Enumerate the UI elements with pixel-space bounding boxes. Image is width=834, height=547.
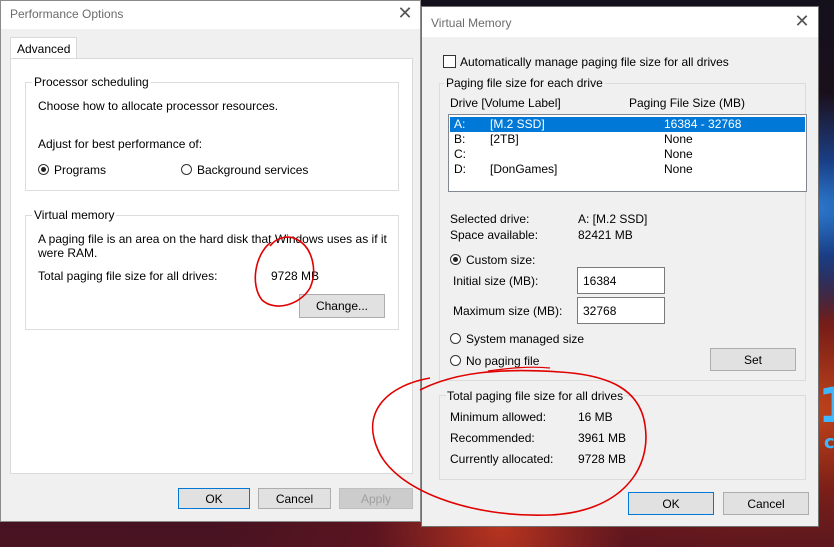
initial-size-label: Initial size (MB): [453,274,539,288]
column-header-drive: Drive [Volume Label] [450,96,561,110]
drive-list[interactable]: A: [M.2 SSD] 16384 - 32768 B: [2TB] None… [448,114,807,192]
selected-drive-value: A: [M.2 SSD] [578,212,648,226]
no-paging-file-radio[interactable] [450,355,461,366]
system-managed-radio[interactable] [450,333,461,344]
virtual-memory-group: Virtual memory A paging file is an area … [25,208,399,330]
minimum-allowed-label: Minimum allowed: [450,410,547,424]
background-services-label[interactable]: Background services [197,163,308,177]
tab-panel: Processor scheduling Choose how to alloc… [10,58,413,474]
total-paging-group: Total paging file size for all drives Mi… [439,389,806,480]
description-text: Choose how to allocate processor resourc… [38,99,279,113]
list-item[interactable]: D: [DonGames] None [450,162,805,177]
initial-size-input[interactable] [577,267,665,294]
wallpaper-text: c [824,432,834,453]
performance-options-window: Performance Options ✕ Advanced Processor… [0,0,421,522]
system-managed-label[interactable]: System managed size [466,332,584,346]
currently-allocated-value: 9728 MB [578,452,627,466]
title-bar: Virtual Memory ✕ [422,7,818,37]
no-paging-file-label[interactable]: No paging file [466,354,539,368]
custom-size-radio[interactable] [450,254,461,265]
ok-button[interactable]: OK [178,488,250,509]
volume-label: [2TB] [490,132,519,146]
recommended-value: 3961 MB [578,431,627,445]
total-paging-value: 9728 MB [271,269,320,283]
programs-radio[interactable] [38,164,49,175]
processor-scheduling-group: Processor scheduling Choose how to alloc… [25,75,399,191]
set-button[interactable]: Set [710,348,796,371]
ok-button[interactable]: OK [628,492,714,515]
space-available-label: Space available: [450,228,539,242]
change-button[interactable]: Change... [299,294,385,318]
paging-file-per-drive-group: Paging file size for each drive Drive [V… [439,76,807,381]
close-icon[interactable]: ✕ [790,11,814,35]
virtual-memory-window: Virtual Memory ✕ Automatically manage pa… [421,6,819,527]
column-header-size: Paging File Size (MB) [629,96,746,110]
adjust-label: Adjust for best performance of: [38,137,203,151]
background-services-radio[interactable] [181,164,192,175]
maximum-size-label: Maximum size (MB): [453,304,563,318]
group-title: Total paging file size for all drives [446,389,625,403]
list-item[interactable]: A: [M.2 SSD] 16384 - 32768 [450,117,805,132]
volume-label: [DonGames] [490,162,558,176]
tab-label: Advanced [17,42,71,56]
group-title: Paging file size for each drive [444,76,605,90]
drive-letter: C: [454,147,466,161]
cancel-button[interactable]: Cancel [723,492,809,515]
paging-size: 16384 - 32768 [664,117,742,131]
vm-description: A paging file is an area on the hard dis… [38,232,387,260]
list-item[interactable]: C: None [450,147,805,162]
paging-size: None [664,147,693,161]
window-title: Performance Options [10,7,124,21]
volume-label: [M.2 SSD] [490,117,545,131]
paging-size: None [664,162,693,176]
cancel-button[interactable]: Cancel [258,488,331,509]
group-title: Virtual memory [32,208,117,222]
auto-manage-label[interactable]: Automatically manage paging file size fo… [460,55,729,69]
drive-letter: A: [454,117,466,131]
currently-allocated-label: Currently allocated: [450,452,554,466]
maximum-size-input[interactable] [577,297,665,324]
group-title: Processor scheduling [32,75,151,89]
close-icon[interactable]: ✕ [393,3,417,27]
title-bar: Performance Options ✕ [1,1,420,29]
paging-size: None [664,132,693,146]
drive-letter: B: [454,132,466,146]
list-item[interactable]: B: [2TB] None [450,132,805,147]
drive-letter: D: [454,162,466,176]
wallpaper-text: 1 [818,378,834,434]
selected-drive-label: Selected drive: [450,212,530,226]
window-title: Virtual Memory [431,16,512,30]
tab-advanced[interactable]: Advanced [10,37,78,59]
space-available-value: 82421 MB [578,228,633,242]
total-paging-label: Total paging file size for all drives: [38,269,218,283]
minimum-allowed-value: 16 MB [578,410,613,424]
custom-size-label[interactable]: Custom size: [466,253,535,267]
auto-manage-checkbox[interactable] [443,55,456,68]
programs-label[interactable]: Programs [54,163,106,177]
apply-button: Apply [339,488,413,509]
recommended-label: Recommended: [450,431,535,445]
